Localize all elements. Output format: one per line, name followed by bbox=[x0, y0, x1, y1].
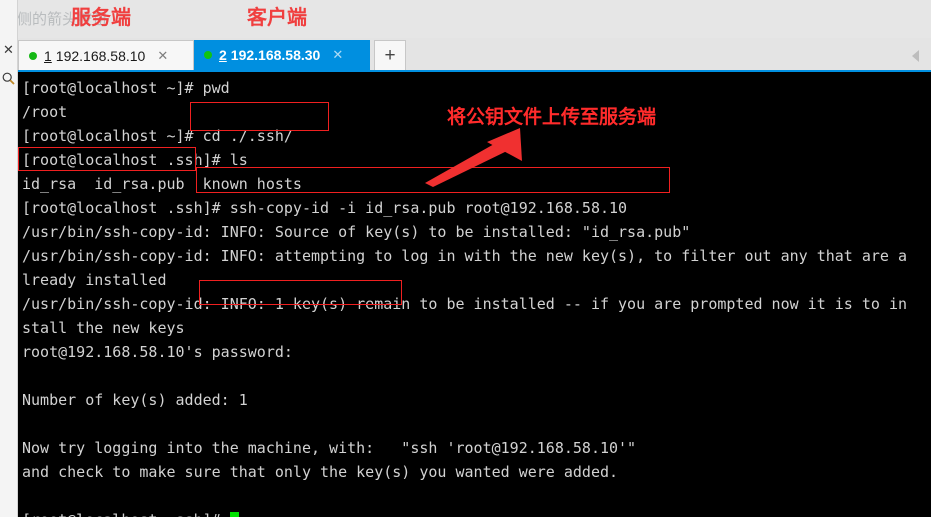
annotation-upload-note: 将公钥文件上传至服务端 bbox=[447, 107, 657, 128]
tab-number: 2 bbox=[219, 47, 227, 63]
terminal-prompt-text: [root@localhost .ssh]# bbox=[22, 511, 230, 517]
annotation-client-label: 客户端 bbox=[247, 7, 307, 29]
terminal-line: [root@localhost .ssh]# ssh-copy-id -i id… bbox=[22, 199, 628, 217]
terminal-line: [root@localhost .ssh]# ls bbox=[22, 151, 248, 169]
terminal-line: /usr/bin/ssh-copy-id: INFO: 1 key(s) rem… bbox=[22, 295, 908, 313]
terminal-line: and check to make sure that only the key… bbox=[22, 463, 619, 481]
terminal-line: /usr/bin/ssh-copy-id: INFO: Source of ke… bbox=[22, 223, 691, 241]
terminal-line: stall the new keys bbox=[22, 319, 185, 337]
tab-status-dot bbox=[29, 51, 37, 60]
terminal-line: lready installed bbox=[22, 271, 167, 289]
close-icon[interactable]: ✕ bbox=[0, 38, 17, 62]
tab-192-168-58-30[interactable]: 2 192.168.58.30 ✕ bbox=[194, 40, 370, 70]
tab-title: 192.168.58.30 bbox=[230, 47, 321, 63]
tab-close-icon[interactable]: ✕ bbox=[332, 47, 343, 63]
terminal-lines-container: [root@localhost ~]# pwd /root [root@loca… bbox=[22, 76, 931, 517]
terminal-prompt-line: [root@localhost .ssh]# bbox=[22, 508, 931, 517]
tab-bar: 1 192.168.58.10 ✕ 2 192.168.58.30 ✕ + bbox=[18, 38, 931, 70]
annotation-server-label: 服务端 bbox=[71, 7, 131, 29]
new-tab-button[interactable]: + bbox=[374, 40, 406, 70]
tab-status-dot bbox=[204, 51, 212, 59]
terminal-line: id_rsa id_rsa.pub known_hosts bbox=[22, 175, 302, 193]
terminal-line: Now try logging into the machine, with: … bbox=[22, 439, 637, 457]
search-icon[interactable] bbox=[0, 66, 17, 90]
terminal-line: Number of key(s) added: 1 bbox=[22, 391, 248, 409]
terminal-output-pane[interactable]: [root@localhost ~]# pwd /root [root@loca… bbox=[18, 70, 931, 517]
terminal-line: [root@localhost ~]# pwd bbox=[22, 79, 230, 97]
terminal-cursor bbox=[229, 512, 239, 517]
tab-192-168-58-10[interactable]: 1 192.168.58.10 ✕ bbox=[18, 40, 194, 70]
terminal-line: /usr/bin/ssh-copy-id: INFO: attempting t… bbox=[22, 247, 908, 265]
chevron-left-icon[interactable] bbox=[912, 50, 919, 62]
annotation-header-strip: 左侧的箭头按钮 服务端 客户端 bbox=[0, 0, 931, 38]
tab-title: 192.168.58.10 bbox=[55, 47, 146, 64]
left-sidebar-rail: ✕ bbox=[0, 0, 18, 517]
terminal-app-window: 左侧的箭头按钮 服务端 客户端 ✕ 1 192.168.58.10 ✕ 2 19… bbox=[0, 0, 931, 517]
terminal-line: root@192.168.58.10's password: bbox=[22, 343, 293, 361]
tab-close-icon[interactable]: ✕ bbox=[157, 48, 168, 64]
tab-number: 1 bbox=[44, 47, 52, 64]
